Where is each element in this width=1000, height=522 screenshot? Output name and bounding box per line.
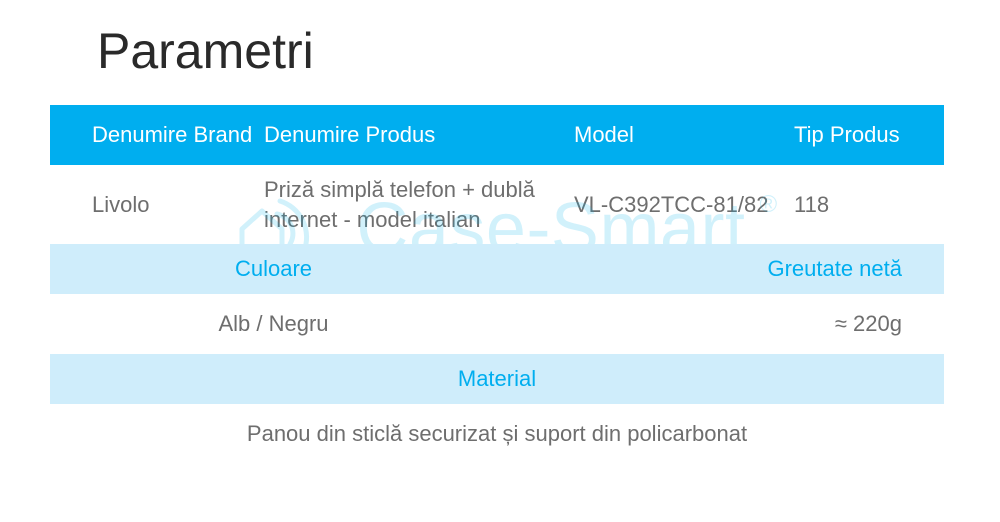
header-model: Model [574,122,784,148]
page-title: Parametri [97,22,314,80]
cell-color: Alb / Negru [50,311,497,337]
table-subheader-row: Material [50,354,944,404]
cell-weight: ≈ 220g [497,311,944,337]
table-subheader-row: Culoare Greutate netă [50,244,944,294]
header-product: Denumire Produs [264,122,574,148]
table-row: Alb / Negru ≈ 220g [50,294,944,354]
header-type: Tip Produs [784,122,944,148]
cell-material: Panou din sticlă securizat și suport din… [247,421,747,447]
table-row: Panou din sticlă securizat și suport din… [50,404,944,464]
subheader-color: Culoare [50,256,497,282]
subheader-material: Material [458,366,536,392]
cell-type: 118 [784,192,944,218]
parameters-table: Denumire Brand Denumire Produs Model Tip… [50,105,944,464]
subheader-weight: Greutate netă [497,256,944,282]
cell-product: Priză simplă telefon + dublă internet - … [264,175,574,234]
cell-brand: Livolo [50,192,264,218]
header-brand: Denumire Brand [50,122,264,148]
cell-model: VL-C392TCC-81/82 [574,192,784,218]
table-row: Livolo Priză simplă telefon + dublă inte… [50,165,944,244]
table-header-row: Denumire Brand Denumire Produs Model Tip… [50,105,944,165]
